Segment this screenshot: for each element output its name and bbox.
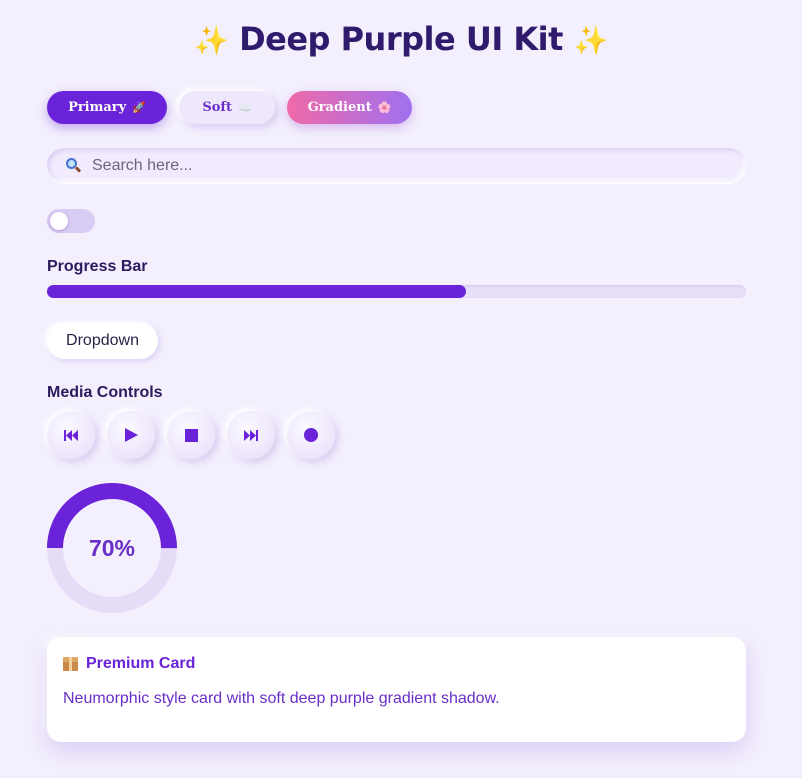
cloud-icon: ☁️ — [237, 101, 252, 114]
dropdown-button[interactable]: Dropdown — [47, 323, 158, 359]
next-button[interactable] — [227, 411, 275, 459]
play-button[interactable] — [107, 411, 155, 459]
soft-button[interactable]: Soft ☁️ — [179, 91, 275, 124]
card-header: Premium Card — [63, 655, 730, 673]
progress-fill — [47, 285, 467, 298]
stop-icon — [184, 428, 198, 442]
gauge-value: 70% — [88, 534, 136, 561]
search-input[interactable] — [92, 156, 692, 175]
progress-gauge: 70% — [47, 483, 177, 613]
previous-button[interactable] — [47, 411, 95, 459]
soft-button-label: Soft — [202, 100, 232, 115]
gradient-button[interactable]: Gradient 🌸 — [287, 91, 412, 124]
media-controls — [47, 411, 335, 459]
primary-button-label: Primary — [68, 100, 127, 115]
search-icon — [65, 157, 82, 174]
toggle-switch[interactable] — [47, 209, 95, 233]
toggle-knob — [50, 212, 68, 230]
card-description: Neumorphic style card with soft deep pur… — [63, 690, 500, 707]
stop-button[interactable] — [167, 411, 215, 459]
search-bar — [47, 148, 746, 183]
sparkles-icon: ✨ — [194, 24, 229, 57]
sparkles-icon: ✨ — [573, 24, 609, 57]
skip-back-icon — [64, 429, 78, 441]
gradient-button-label: Gradient — [307, 100, 372, 115]
progress-label: Progress Bar — [47, 258, 148, 275]
card-title: Premium Card — [86, 655, 196, 672]
media-controls-label: Media Controls — [47, 384, 163, 401]
button-row: Primary 🚀 Soft ☁️ Gradient 🌸 — [47, 91, 412, 124]
package-icon — [63, 657, 78, 671]
rocket-icon: 🚀 — [132, 101, 146, 114]
record-button[interactable] — [287, 411, 335, 459]
premium-card: Premium Card Neumorphic style card with … — [47, 637, 746, 742]
skip-forward-icon — [244, 429, 258, 441]
primary-button[interactable]: Primary 🚀 — [47, 91, 167, 124]
blossom-icon: 🌸 — [377, 101, 392, 114]
page-title: ✨ Deep Purple UI Kit ✨ — [0, 20, 802, 58]
record-icon — [304, 428, 318, 442]
page-title-text: Deep Purple UI Kit — [239, 20, 563, 58]
play-icon — [124, 428, 138, 442]
progress-bar — [47, 285, 746, 298]
